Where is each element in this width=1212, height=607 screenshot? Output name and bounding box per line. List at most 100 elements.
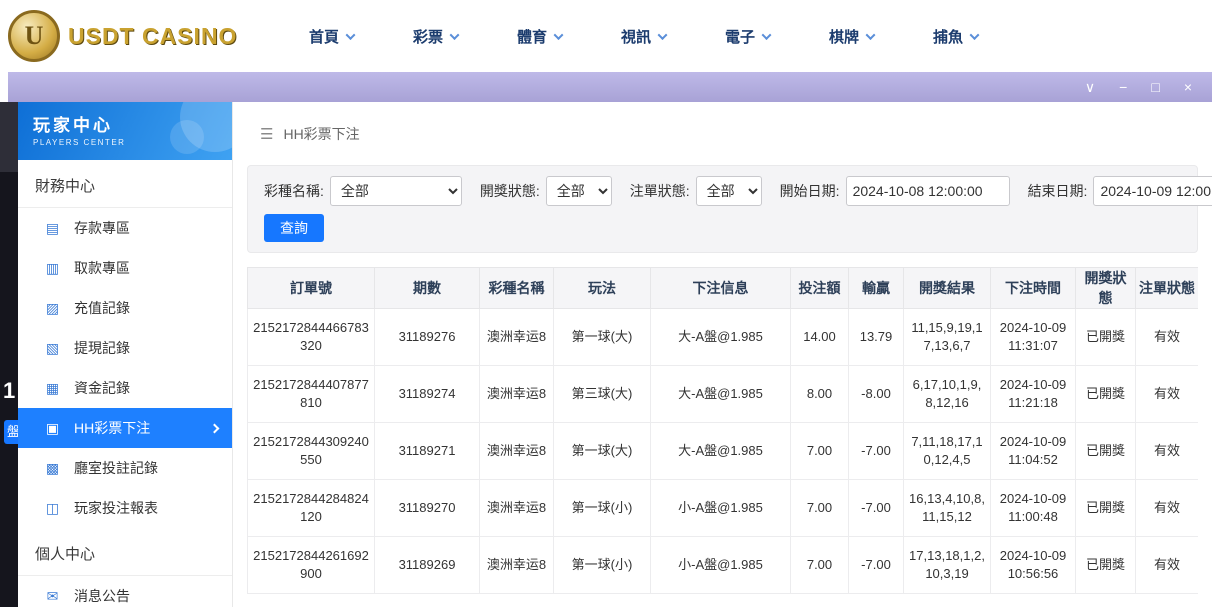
nav-label: 電子 xyxy=(725,26,755,47)
sidebar-item-announcements[interactable]: ✉ 消息公告 xyxy=(18,576,232,607)
window-collapse-icon[interactable]: ∨ xyxy=(1085,80,1095,94)
cell-period: 31189270 xyxy=(375,480,480,537)
nav-item-sports[interactable]: 體育 xyxy=(487,26,591,47)
sidebar-item-withdrawal-records[interactable]: ▧ 提現記錄 xyxy=(18,328,232,368)
nav-item-live[interactable]: 視訊 xyxy=(591,26,695,47)
nav-item-cards[interactable]: 棋牌 xyxy=(799,26,903,47)
orders-table-wrap: 訂單號期數彩種名稱玩法下注信息投注額輸贏開獎結果下注時間開獎狀態注單狀態 215… xyxy=(247,267,1198,594)
search-button[interactable]: 查詢 xyxy=(264,214,324,242)
sidebar-subtitle: PLAYERS CENTER xyxy=(33,138,232,147)
col-header-play-type: 玩法 xyxy=(554,268,651,309)
nav-label: 捕魚 xyxy=(933,26,963,47)
cell-order-no: 2152172844466783320 xyxy=(248,309,375,366)
filter-label: 開獎狀態: xyxy=(480,181,540,201)
sidebar-item-label: 消息公告 xyxy=(74,586,130,606)
cell-lottery-name: 澳洲幸运8 xyxy=(480,423,554,480)
page-title: HH彩票下注 xyxy=(283,124,359,144)
deposit-icon: ▤ xyxy=(44,220,61,237)
col-header-bet-amount: 投注額 xyxy=(791,268,849,309)
cell-bet-time: 2024-10-09 11:04:52 xyxy=(991,423,1076,480)
window-minimize-icon[interactable]: − xyxy=(1119,80,1127,94)
cell-order-status: 有效 xyxy=(1136,423,1199,480)
sidebar-item-label: 存款專區 xyxy=(74,218,130,238)
filter-lottery-name: 彩種名稱: 全部 xyxy=(264,176,462,206)
sidebar-item-label: HH彩票下注 xyxy=(74,418,150,438)
section-label: 個人中心 xyxy=(35,546,95,567)
players-center-window: 玩家中心 PLAYERS CENTER 財務中心 ▤ 存款專區 ▥ 取款專區 ▨… xyxy=(18,102,1212,607)
cell-draw-result: 11,15,9,19,17,13,6,7 xyxy=(904,309,991,366)
cell-bet-amount: 7.00 xyxy=(791,537,849,594)
cell-draw-result: 6,17,10,1,9,8,12,16 xyxy=(904,366,991,423)
cell-bet-info: 小-A盤@1.985 xyxy=(651,537,791,594)
sidebar-item-deposit[interactable]: ▤ 存款專區 xyxy=(18,208,232,248)
order-status-select[interactable]: 全部 xyxy=(696,176,762,206)
cell-play-type: 第三球(大) xyxy=(554,366,651,423)
cell-order-no: 2152172844261692900 xyxy=(248,537,375,594)
sidebar-item-hall-bet-records[interactable]: ▩ 廳室投註記錄 xyxy=(18,448,232,488)
table-row: 215217284440787781031189274澳洲幸运8第三球(大)大-… xyxy=(248,366,1199,423)
nav-item-fishing[interactable]: 捕魚 xyxy=(903,26,1007,47)
cell-bet-time: 2024-10-09 10:56:56 xyxy=(991,537,1076,594)
sidebar-title: 玩家中心 xyxy=(33,111,232,136)
chevron-down-icon xyxy=(970,30,980,40)
sidebar-item-label: 玩家投注報表 xyxy=(74,498,158,518)
cell-bet-time: 2024-10-09 11:21:18 xyxy=(991,366,1076,423)
breadcrumb: ☰ HH彩票下注 xyxy=(233,102,1212,165)
sidebar-item-withdraw[interactable]: ▥ 取款專區 xyxy=(18,248,232,288)
col-header-draw-status: 開獎狀態 xyxy=(1076,268,1136,309)
sidebar-header: 玩家中心 PLAYERS CENTER xyxy=(18,102,232,160)
end-date-input[interactable] xyxy=(1093,176,1212,206)
filter-label: 結束日期: xyxy=(1028,181,1088,201)
cell-win-loss: -7.00 xyxy=(849,537,904,594)
withdrawal-record-icon: ▧ xyxy=(44,340,61,357)
start-date-input[interactable] xyxy=(846,176,1010,206)
window-close-icon[interactable]: × xyxy=(1184,80,1192,94)
cell-order-no: 2152172844284824120 xyxy=(248,480,375,537)
col-header-bet-info: 下注信息 xyxy=(651,268,791,309)
menu-toggle-icon[interactable]: ☰ xyxy=(260,125,273,143)
draw-status-select[interactable]: 全部 xyxy=(546,176,612,206)
cell-win-loss: -7.00 xyxy=(849,423,904,480)
sidebar-item-fund-records[interactable]: ▦ 資金記錄 xyxy=(18,368,232,408)
fund-record-icon: ▦ xyxy=(44,380,61,397)
table-row: 215217284430924055031189271澳洲幸运8第一球(大)大-… xyxy=(248,423,1199,480)
lottery-name-select[interactable]: 全部 xyxy=(330,176,462,206)
sidebar-item-hh-lottery-bets[interactable]: ▣ HH彩票下注 xyxy=(18,408,232,448)
cell-bet-amount: 14.00 xyxy=(791,309,849,366)
bet-report-icon: ◫ xyxy=(44,500,61,517)
sidebar-section-personal: 個人中心 xyxy=(18,528,232,576)
cell-lottery-name: 澳洲幸运8 xyxy=(480,480,554,537)
nav-label: 體育 xyxy=(517,26,547,47)
sidebar-item-recharge-records[interactable]: ▨ 充值記錄 xyxy=(18,288,232,328)
filter-label: 開始日期: xyxy=(780,181,840,201)
sidebar-item-label: 取款專區 xyxy=(74,258,130,278)
orders-table: 訂單號期數彩種名稱玩法下注信息投注額輸贏開獎結果下注時間開獎狀態注單狀態 215… xyxy=(247,267,1198,594)
nav-item-slots[interactable]: 電子 xyxy=(695,26,799,47)
cell-order-status: 有效 xyxy=(1136,309,1199,366)
cell-bet-time: 2024-10-09 11:31:07 xyxy=(991,309,1076,366)
main-nav: 首頁 彩票 體育 視訊 電子 棋牌 捕魚 xyxy=(279,26,1007,47)
cell-period: 31189274 xyxy=(375,366,480,423)
nav-label: 棋牌 xyxy=(829,26,859,47)
cell-bet-amount: 8.00 xyxy=(791,366,849,423)
cell-bet-info: 大-A盤@1.985 xyxy=(651,309,791,366)
nav-label: 視訊 xyxy=(621,26,651,47)
cell-play-type: 第一球(小) xyxy=(554,480,651,537)
chevron-right-icon xyxy=(210,423,220,433)
nav-item-lottery[interactable]: 彩票 xyxy=(383,26,487,47)
table-header-row: 訂單號期數彩種名稱玩法下注信息投注額輸贏開獎結果下注時間開獎狀態注單狀態 xyxy=(248,268,1199,309)
filter-end-date: 結束日期: xyxy=(1028,176,1212,206)
chevron-down-icon xyxy=(346,30,356,40)
cell-period: 31189269 xyxy=(375,537,480,594)
section-label: 財務中心 xyxy=(35,178,95,199)
site-logo[interactable]: U USDT CASINO xyxy=(0,10,237,62)
chevron-down-icon xyxy=(866,30,876,40)
filter-start-date: 開始日期: xyxy=(780,176,1010,206)
window-titlebar[interactable]: ∨ − □ × xyxy=(8,72,1212,102)
sidebar-item-player-bet-report[interactable]: ◫ 玩家投注報表 xyxy=(18,488,232,528)
cell-win-loss: 13.79 xyxy=(849,309,904,366)
window-maximize-icon[interactable]: □ xyxy=(1151,80,1159,94)
nav-item-home[interactable]: 首頁 xyxy=(279,26,383,47)
cell-bet-amount: 7.00 xyxy=(791,423,849,480)
sidebar-item-label: 廳室投註記錄 xyxy=(74,458,158,478)
